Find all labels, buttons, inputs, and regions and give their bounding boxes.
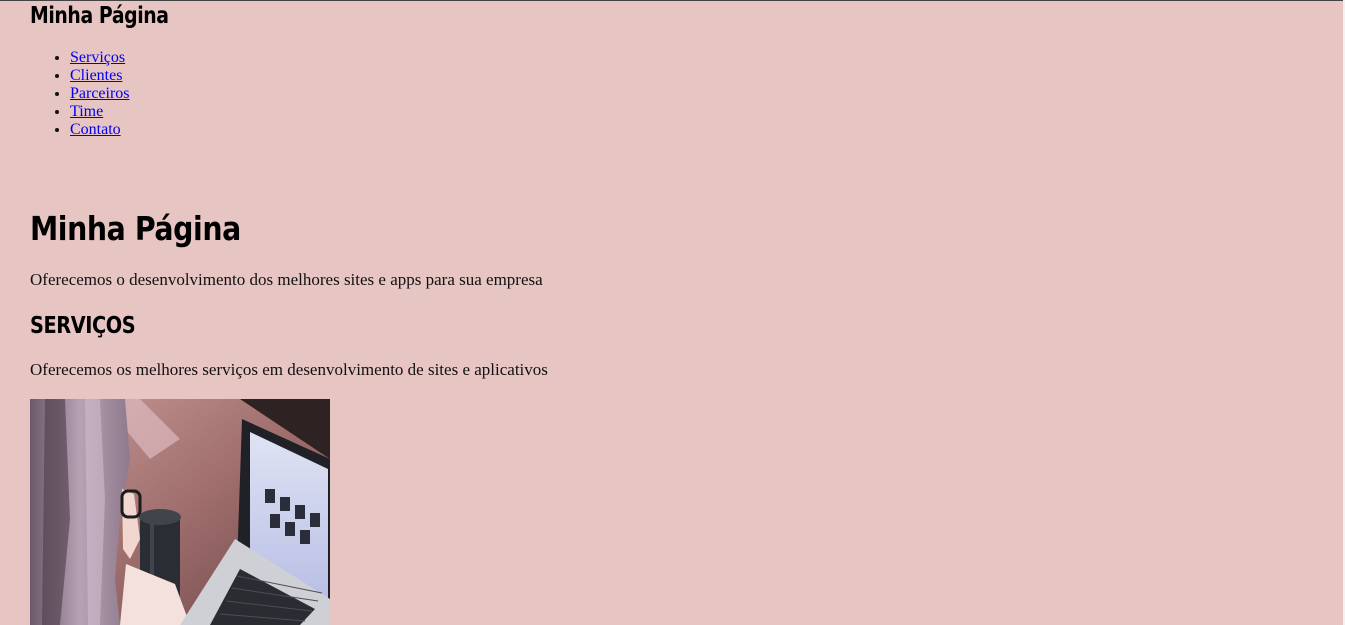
laptop-photo-illustration [30,399,330,625]
nav-link-contato[interactable]: Contato [70,121,121,138]
nav-menu: Serviços Clientes Parceiros Time Contato [30,49,130,139]
hero-title: Minha Página [30,209,241,248]
header-title: Minha Página [30,3,169,29]
services-description: Oferecemos os melhores serviços em desen… [30,360,548,379]
nav-link-parceiros[interactable]: Parceiros [70,85,130,102]
nav-item-contato: Contato [70,121,130,139]
nav-link-clientes[interactable]: Clientes [70,67,122,84]
nav-item-clientes: Clientes [70,67,130,85]
services-photo [30,399,330,625]
nav-item-time: Time [70,103,130,121]
nav-item-servicos: Serviços [70,49,130,67]
nav-link-time[interactable]: Time [70,103,103,120]
window-top-border [0,0,1345,1]
nav-item-parceiros: Parceiros [70,85,130,103]
nav-link-servicos[interactable]: Serviços [70,49,125,66]
services-title: SERVIÇOS [30,313,136,339]
hero-description: Oferecemos o desenvolvimento dos melhore… [30,270,543,289]
